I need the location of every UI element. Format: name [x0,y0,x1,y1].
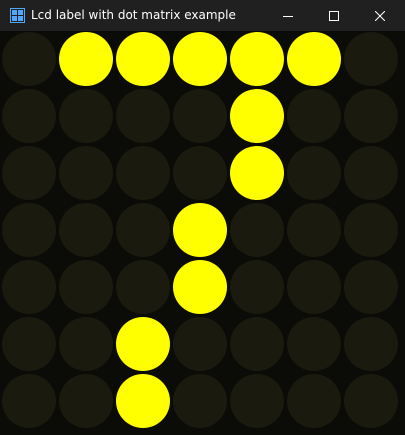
lcd-dot-off [287,89,341,143]
lcd-dot-off [59,89,113,143]
lcd-dot-on [116,32,170,86]
maximize-icon [329,10,339,21]
lcd-dot-off [2,317,56,371]
maximize-button[interactable] [311,0,357,31]
title-bar[interactable]: Lcd label with dot matrix example [0,0,405,31]
lcd-dot-on [116,317,170,371]
lcd-dot-off [173,146,227,200]
lcd-dot-off [2,146,56,200]
minimize-button[interactable] [265,0,311,31]
lcd-dot-on [173,203,227,257]
lcd-dot-on [230,146,284,200]
lcd-dot-off [287,374,341,428]
lcd-dot-on [287,32,341,86]
lcd-dot-off [2,89,56,143]
app-window: Lcd label with dot matrix example [0,0,405,435]
lcd-dot-off [344,32,398,86]
lcd-dot-off [287,146,341,200]
lcd-dot-off [59,260,113,314]
lcd-dot-off [2,203,56,257]
lcd-dot-off [344,260,398,314]
lcd-dot-off [173,317,227,371]
lcd-dot-off [287,260,341,314]
lcd-dot-off [344,374,398,428]
lcd-dot-off [344,146,398,200]
lcd-dot-off [344,89,398,143]
lcd-dot-off [2,374,56,428]
lcd-dot-on [230,32,284,86]
lcd-dot-off [230,260,284,314]
lcd-dot-off [59,203,113,257]
lcd-dot-off [287,317,341,371]
lcd-dot-on [59,32,113,86]
lcd-dot-off [230,374,284,428]
lcd-dot-on [173,32,227,86]
app-icon [10,8,25,23]
lcd-dot-off [2,260,56,314]
lcd-dot-on [230,89,284,143]
lcd-dot-off [2,32,56,86]
lcd-dot-matrix [0,31,405,435]
lcd-dot-off [116,146,170,200]
lcd-dot-off [59,374,113,428]
lcd-dot-off [116,89,170,143]
lcd-dot-off [116,260,170,314]
lcd-dot-off [344,203,398,257]
lcd-dot-off [116,203,170,257]
minimize-icon [283,11,293,21]
lcd-dot-off [59,317,113,371]
lcd-dot-off [59,146,113,200]
window-title: Lcd label with dot matrix example [31,8,236,22]
lcd-dot-on [116,374,170,428]
lcd-dot-off [230,203,284,257]
lcd-dot-on [173,260,227,314]
lcd-dot-off [173,374,227,428]
lcd-dot-off [287,203,341,257]
lcd-dot-off [173,89,227,143]
close-button[interactable] [357,0,403,31]
lcd-dot-off [230,317,284,371]
close-icon [375,10,385,21]
lcd-dot-off [344,317,398,371]
